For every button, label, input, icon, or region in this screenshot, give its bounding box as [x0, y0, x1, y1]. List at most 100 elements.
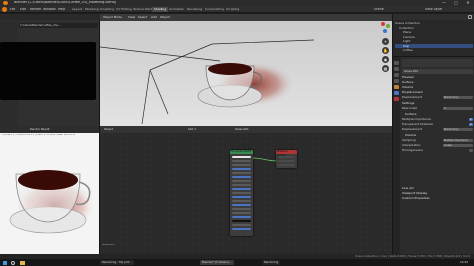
section-line-art[interactable]: Line Art	[402, 186, 473, 191]
material-tab-icon[interactable]	[394, 97, 399, 101]
coffee-surface	[208, 63, 252, 75]
prop-row[interactable]: Transparent Shadows ✔	[402, 122, 473, 127]
file-browser-panel: C:\Users\Blender\coffee_ima...	[0, 14, 100, 126]
search-icon[interactable]	[11, 260, 15, 265]
viewport-add-menu[interactable]: Add	[151, 16, 157, 19]
tab-scripting[interactable]: Scripting	[224, 7, 241, 12]
tab-texture-paint[interactable]: Texture Paint	[131, 7, 154, 12]
prop-value[interactable]: Bump Only	[443, 95, 473, 99]
prop-row[interactable]: Pass Index 0	[402, 106, 473, 111]
file-thumbnail-area[interactable]	[0, 42, 96, 100]
menu-render[interactable]: Render	[30, 8, 41, 11]
os-taskbar: Rendering - My pict... Blender* [C:\User…	[0, 259, 474, 266]
prop-row[interactable]: Interpolation Linear	[402, 143, 473, 148]
view-layer-selector[interactable]: View Layer	[425, 8, 442, 11]
section-volume[interactable]: Volume	[402, 85, 473, 90]
outliner-header	[393, 14, 474, 20]
prop-row[interactable]: Sampling Multiple Importance	[402, 138, 473, 143]
material-name: Glass.001	[404, 69, 419, 73]
material-name-field[interactable]: Glass.001	[402, 69, 473, 74]
viewport-header: Object Mode View Select Add Object	[100, 14, 392, 21]
tool-tab-icon[interactable]	[394, 61, 399, 65]
prop-row[interactable]: Displacement Bump Only	[402, 127, 473, 132]
tab-rendering[interactable]: Rendering	[185, 7, 204, 12]
window-title: Blender [C:\Users\Blender\Dunc\Coffee_03…	[14, 1, 117, 4]
filter-icon[interactable]	[468, 15, 472, 19]
camera-view-icon[interactable]: ◉	[382, 56, 389, 63]
world-tab-icon[interactable]	[394, 79, 399, 83]
section-displacement[interactable]: Displacement	[402, 90, 473, 95]
taskbar-item[interactable]: Rendering - My pict...	[100, 260, 134, 265]
gizmo-z-icon[interactable]	[383, 29, 387, 33]
node-link	[252, 157, 277, 162]
prop-value[interactable]: 0	[443, 106, 473, 110]
prop-row[interactable]: Displacement Bump Only	[402, 95, 473, 100]
file-path-field[interactable]: C:\Users\Blender\coffee_ima...	[19, 23, 98, 28]
tab-animation[interactable]: Animation	[167, 7, 186, 12]
gizmo-x-icon[interactable]	[381, 22, 385, 26]
zoom-icon[interactable]: +	[382, 38, 389, 45]
menu-help[interactable]: Help	[58, 8, 65, 11]
tab-compositing[interactable]: Compositing	[203, 7, 226, 12]
prop-label: Interpolation	[402, 143, 421, 147]
taskbar-item-blender[interactable]: Blender* [C:\Users\...	[200, 260, 234, 265]
windows-start-icon[interactable]	[3, 260, 7, 265]
modifier-tab-icon[interactable]	[394, 91, 399, 95]
prop-checkbox[interactable]: ✔	[469, 122, 473, 126]
render-slot-dropdown[interactable]: Render Result	[30, 128, 50, 131]
viewport-scene	[100, 14, 392, 126]
prop-label: Homogeneous	[402, 148, 423, 152]
viewport-view-menu[interactable]: View	[128, 16, 135, 19]
object-mode-dropdown[interactable]: Object Mode	[103, 16, 122, 19]
prop-label: Displacement	[402, 127, 422, 131]
prop-row[interactable]: Multiple Importance ✔	[402, 117, 473, 122]
blender-menu-icon[interactable]	[2, 7, 7, 12]
section-settings-surface[interactable]: Surface	[402, 112, 473, 117]
output-tab-icon[interactable]	[394, 73, 399, 77]
3d-viewport[interactable]: Object Mode View Select Add Object + ✋ ◉…	[100, 14, 392, 126]
image-editor-render: Render Result Frame:1 | Time:00:24.35 | …	[0, 126, 100, 254]
status-text: Scene Collection | Cup | Verts:3,826 | F…	[355, 255, 470, 258]
prop-label: Sampling	[402, 138, 416, 142]
grid-icon[interactable]: ▦	[382, 65, 389, 72]
viewport-object-menu[interactable]: Object	[160, 16, 170, 19]
render-image	[9, 170, 95, 234]
render-coffee	[18, 170, 78, 190]
taskbar-item[interactable]: Rendering	[262, 260, 281, 265]
prop-checkbox[interactable]	[469, 148, 473, 152]
scene-selector[interactable]: Scene	[374, 8, 384, 11]
prop-row[interactable]: Homogeneous	[402, 148, 473, 153]
viewport-select-menu[interactable]: Select	[138, 16, 147, 19]
section-preview[interactable]: Preview	[402, 75, 473, 80]
render-tab-icon[interactable]	[394, 67, 399, 71]
menu-edit[interactable]: Edit	[20, 8, 26, 11]
properties-tabs	[393, 57, 400, 255]
shader-node-editor[interactable]: Object Slot 1 Glass.001 Principled BSDF …	[100, 126, 392, 254]
object-tab-icon[interactable]	[394, 85, 399, 89]
section-settings[interactable]: Settings	[402, 101, 473, 106]
outliner-panel: Scene Collection Collection Plane Camera…	[392, 14, 474, 56]
section-custom-properties[interactable]: Custom Properties	[402, 196, 473, 201]
file-path-text: C:\Users\Blender\coffee_ima...	[20, 24, 61, 27]
section-viewport-display[interactable]: Viewport Display	[402, 191, 473, 196]
tab-shading[interactable]: Shading	[152, 7, 169, 13]
system-clock: 14:52	[459, 261, 468, 264]
outliner-row[interactable]: Coffee	[395, 48, 473, 53]
gizmo-y-icon[interactable]	[386, 24, 390, 28]
render-header: Render Result	[0, 126, 99, 133]
prop-value[interactable]: Multiple Importance	[443, 138, 473, 142]
file-browser-header	[0, 14, 100, 20]
section-surface[interactable]: Surface	[402, 80, 473, 85]
viewport-navigation: + ✋ ◉ ▦	[378, 22, 392, 112]
material-slot-list[interactable]	[402, 59, 473, 67]
section-settings-volume[interactable]: Volume	[402, 133, 473, 138]
folder-icon[interactable]	[20, 261, 25, 265]
menu-window[interactable]: Window	[43, 8, 56, 11]
prop-checkbox[interactable]: ✔	[469, 117, 473, 121]
prop-value[interactable]: Bump Only	[443, 127, 473, 131]
render-info: Frame:1 | Time:00:24.35 | Mem:174.30M, P…	[2, 134, 75, 136]
node-editor-material-label: Glass.001	[102, 244, 115, 246]
prop-value[interactable]: Linear	[443, 143, 473, 147]
menu-file[interactable]: File	[10, 8, 15, 11]
pan-hand-icon[interactable]: ✋	[382, 47, 389, 54]
